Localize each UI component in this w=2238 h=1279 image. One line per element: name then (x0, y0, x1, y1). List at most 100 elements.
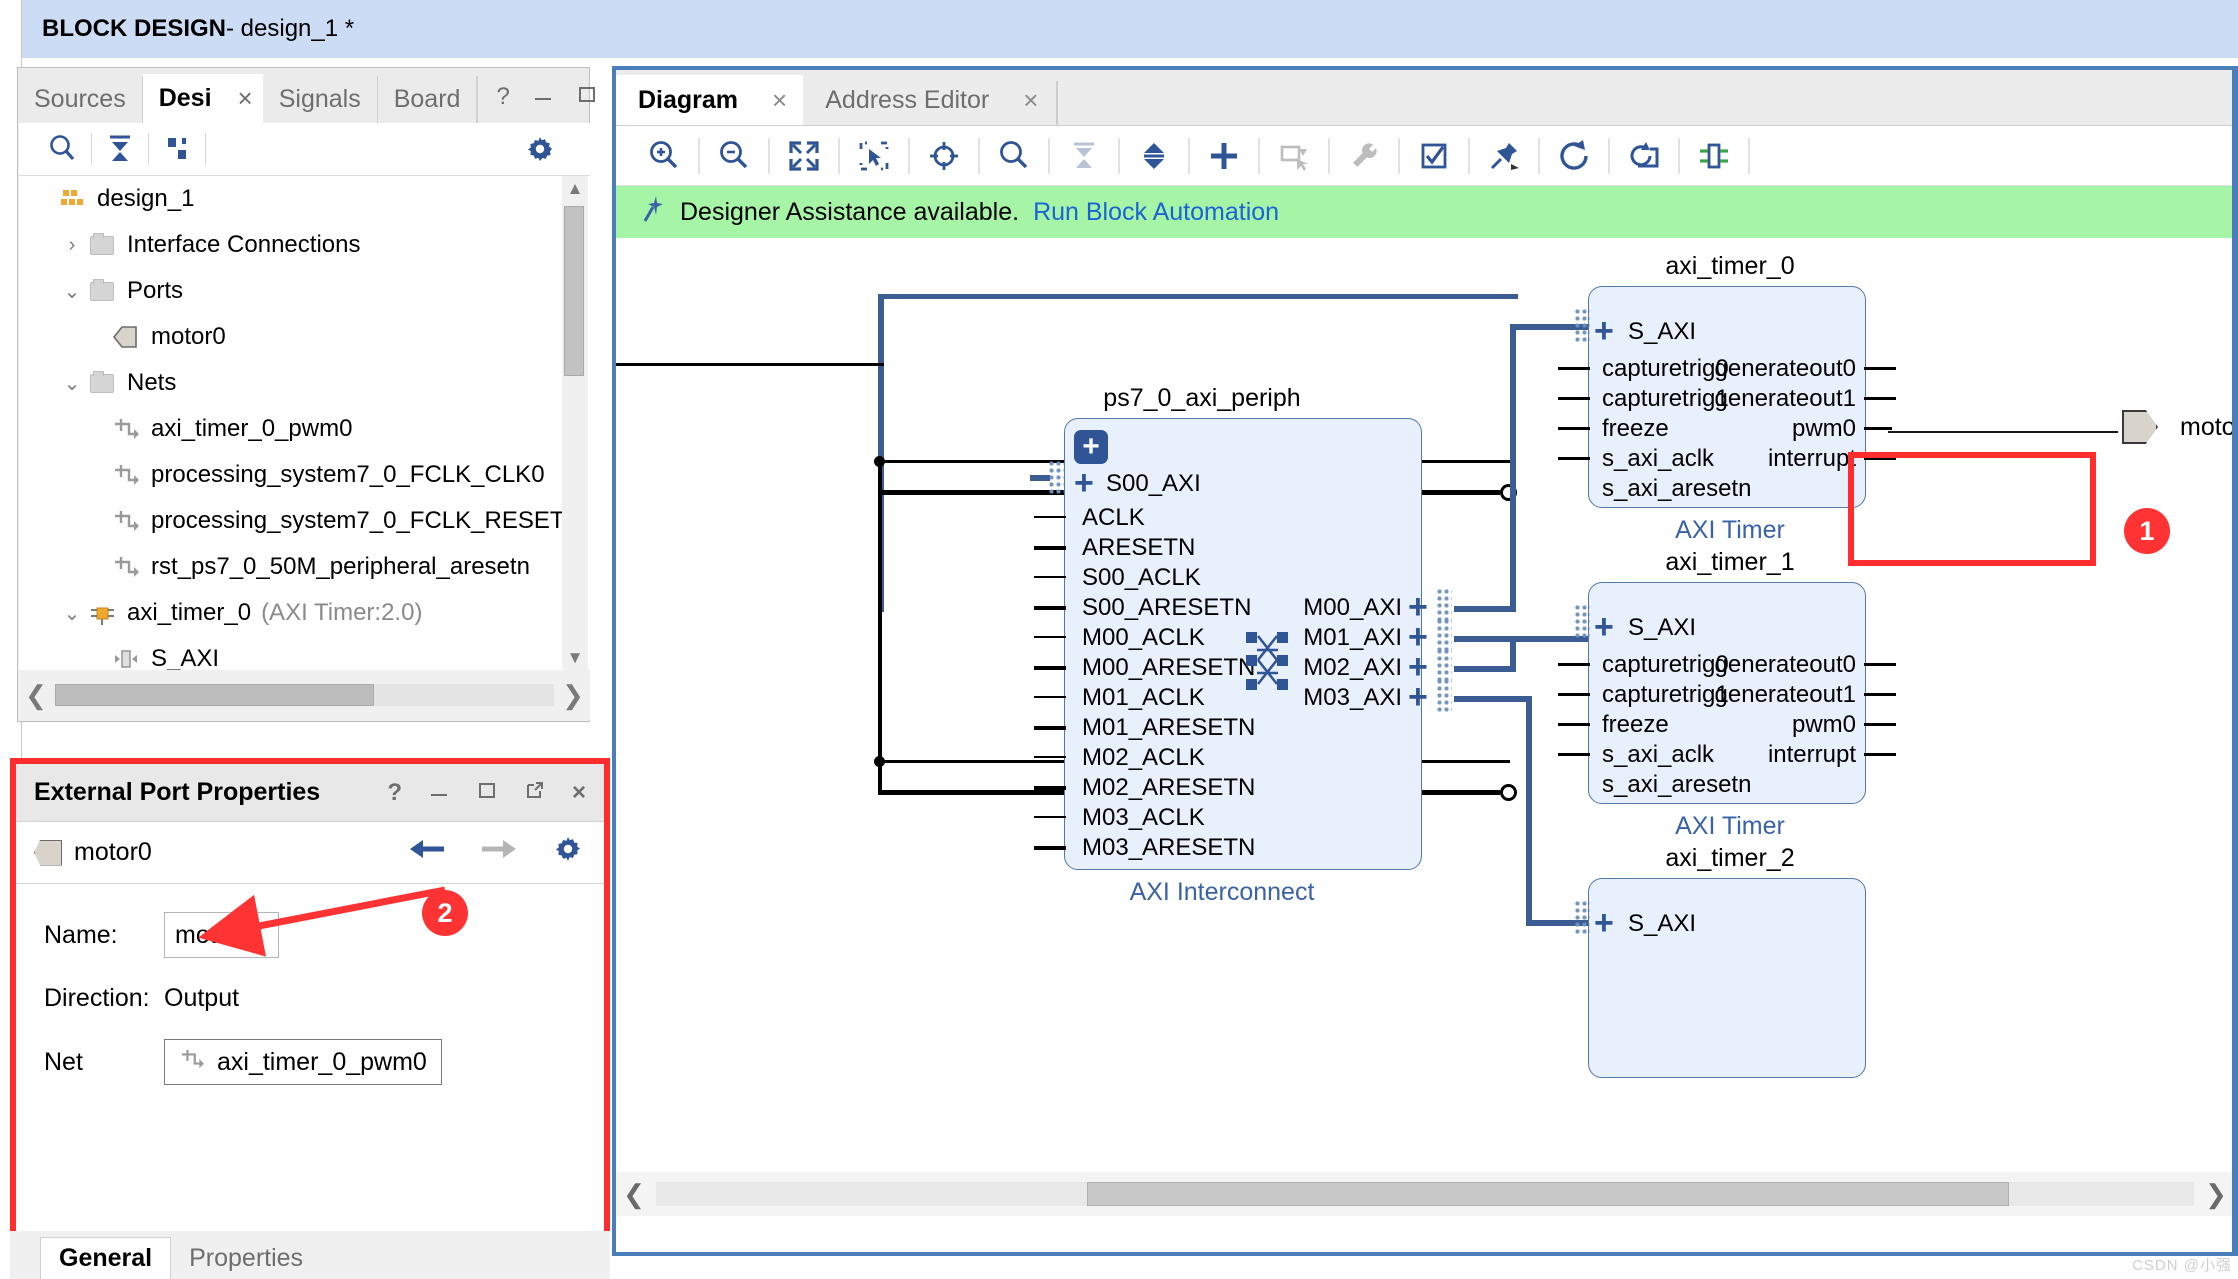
canvas-horizontal-scrollbar[interactable]: ❮ ❯ (616, 1172, 2234, 1216)
scroll-up-icon[interactable]: ▲ (562, 176, 588, 202)
external-port-properties-panel: External Port Properties ? × motor0 Name… (10, 758, 610, 1243)
ip-core-icon (85, 600, 119, 626)
search-icon[interactable] (980, 130, 1048, 182)
zoom-out-icon[interactable] (700, 130, 768, 182)
tree-vertical-scrollbar[interactable]: ▲ ▼ (562, 176, 588, 671)
expand-interface-icon-m03axi[interactable]: + (1408, 680, 1428, 714)
tab-sources[interactable]: Sources (18, 76, 143, 123)
float-window-icon[interactable] (524, 779, 546, 806)
name-field[interactable]: motor0 (164, 912, 279, 958)
scrollbar-track[interactable] (55, 684, 554, 706)
collapse-all-icon[interactable] (92, 127, 148, 171)
close-icon[interactable]: × (572, 780, 586, 805)
tab-general[interactable]: General (40, 1237, 172, 1279)
tree-item-nets[interactable]: ⌄ Nets (19, 360, 590, 406)
maximize-icon[interactable] (476, 779, 498, 806)
back-arrow-icon[interactable] (408, 836, 446, 869)
scroll-down-icon[interactable]: ▼ (562, 645, 588, 671)
hierarchy-icon[interactable] (1680, 130, 1748, 182)
tree-item-motor0[interactable]: motor0 (19, 314, 590, 360)
scroll-right-icon[interactable]: ❯ (556, 680, 590, 711)
help-icon[interactable]: ? (496, 84, 509, 109)
tab-properties[interactable]: Properties (171, 1237, 321, 1279)
tab-signals[interactable]: Signals (263, 76, 378, 123)
tab-general-label: General (59, 1244, 153, 1272)
tree-item-net-fclk-reset[interactable]: processing_system7_0_FCLK_RESET (19, 498, 590, 544)
pin-label-pwm0-t0: pwm0 (1791, 415, 1856, 442)
close-icon-address-editor[interactable]: × (1007, 75, 1054, 125)
tree-item-s-axi[interactable]: S_AXI (19, 636, 590, 671)
expand-interface-icon-timer1[interactable]: + (1594, 610, 1614, 644)
tree-item-net-peripheral-aresetn[interactable]: rst_ps7_0_50M_peripheral_aresetn (19, 544, 590, 590)
tab-design[interactable]: Desi (142, 74, 228, 123)
settings-gear-icon[interactable] (552, 833, 584, 872)
tree-item-label: motor0 (151, 323, 226, 350)
pin-label-s_axi-timer2: S_AXI (1628, 910, 1697, 937)
zoom-in-icon[interactable] (630, 130, 698, 182)
block-axi_timer_2[interactable] (1588, 878, 1866, 1078)
scroll-left-icon[interactable]: ❮ (19, 680, 53, 711)
tree-item-net-fclk-clk0[interactable]: processing_system7_0_FCLK_CLK0 (19, 452, 590, 498)
settings-wrench-icon[interactable] (1330, 130, 1398, 182)
minimize-icon[interactable] (428, 779, 450, 806)
tree-item-axi_timer_0[interactable]: ⌄ axi_timer_0 (AXI Timer:2.0) (19, 590, 590, 636)
scrollbar-thumb[interactable] (1086, 1182, 2010, 1206)
tab-board[interactable]: Board (378, 76, 478, 123)
tree-item-design_1[interactable]: design_1 (19, 176, 590, 222)
close-icon[interactable]: × (227, 74, 263, 123)
search-icon[interactable] (35, 127, 91, 171)
block-diagram-canvas[interactable]: axi_timer_0 + S_AXI capturetrig0 capture… (616, 238, 2234, 1216)
net-field[interactable]: axi_timer_0_pwm0 (164, 1039, 442, 1085)
settings-gear-icon[interactable] (512, 127, 568, 171)
validate-design-icon[interactable] (1400, 130, 1468, 182)
wire-m02-axi (1454, 666, 1516, 672)
tree-item-interface-connections[interactable]: › Interface Connections (19, 222, 590, 268)
optimize-routing-icon[interactable] (1610, 130, 1678, 182)
wire-s00-axi-in (1030, 475, 1050, 481)
forward-arrow-icon[interactable] (480, 836, 518, 869)
expand-interface-icon-timer0[interactable]: + (1594, 314, 1614, 348)
regenerate-layout-icon[interactable] (1540, 130, 1608, 182)
tab-diagram[interactable]: Diagram (616, 75, 757, 125)
scrollbar-thumb[interactable] (564, 206, 584, 376)
tree-horizontal-scrollbar[interactable]: ❮ ❯ (19, 670, 590, 720)
close-icon-diagram[interactable]: × (756, 75, 804, 125)
maximize-icon[interactable] (576, 83, 598, 110)
pin-wire-m03_aclk (1034, 816, 1066, 818)
minimize-icon[interactable] (532, 83, 554, 110)
run-block-automation-link[interactable]: Run Block Automation (1033, 198, 1279, 227)
scrollbar-thumb[interactable] (55, 684, 375, 706)
add-module-icon[interactable] (1260, 130, 1328, 182)
expand-hierarchy-icon[interactable] (149, 127, 205, 171)
scrollbar-track[interactable] (656, 1182, 2194, 1206)
pin-wire-generateout1-t1 (1864, 693, 1896, 696)
scroll-right-icon[interactable]: ❯ (2198, 1179, 2234, 1210)
pin-icon[interactable] (1470, 130, 1538, 182)
expand-interface-icon-timer2[interactable]: + (1594, 906, 1614, 940)
add-ip-icon[interactable] (1190, 130, 1258, 182)
expand-all-icon[interactable] (1120, 130, 1188, 182)
expand-hierarchy-plus-icon[interactable]: + (1074, 430, 1108, 464)
tree-twisty-expanded[interactable]: ⌄ (59, 371, 85, 396)
tab-address-editor[interactable]: Address Editor (803, 75, 1007, 125)
pin-label-s_axi-timer1: S_AXI (1628, 614, 1697, 641)
tree-twisty-expanded[interactable]: ⌄ (59, 601, 85, 626)
tree-item-label: processing_system7_0_FCLK_RESET (151, 507, 565, 534)
tree-item-net-axi_timer_0_pwm0[interactable]: axi_timer_0_pwm0 (19, 406, 590, 452)
help-icon[interactable]: ? (387, 780, 402, 805)
external-port-motor0[interactable]: motor0 (2122, 410, 2234, 444)
zoom-to-selection-icon[interactable] (910, 130, 978, 182)
select-area-icon[interactable] (840, 130, 908, 182)
tree-twisty-expanded[interactable]: ⌄ (59, 279, 85, 304)
selected-port-name: motor0 (74, 838, 152, 866)
tree-item-ports[interactable]: ⌄ Ports (19, 268, 590, 314)
scroll-left-icon[interactable]: ❮ (616, 1179, 652, 1210)
block-label-axi_timer_1: axi_timer_1 (1665, 548, 1795, 576)
collapse-all-icon[interactable] (1050, 130, 1118, 182)
inverter-bubble-timer1 (1500, 784, 1517, 801)
tree-twisty-collapsed[interactable]: › (59, 234, 85, 257)
fit-to-window-icon[interactable] (770, 130, 838, 182)
design-tree[interactable]: design_1 › Interface Connections ⌄ Ports… (19, 176, 590, 671)
expand-interface-icon-s00axi[interactable]: + (1074, 466, 1094, 500)
interface-pin-stub-s00axi (1048, 460, 1064, 496)
